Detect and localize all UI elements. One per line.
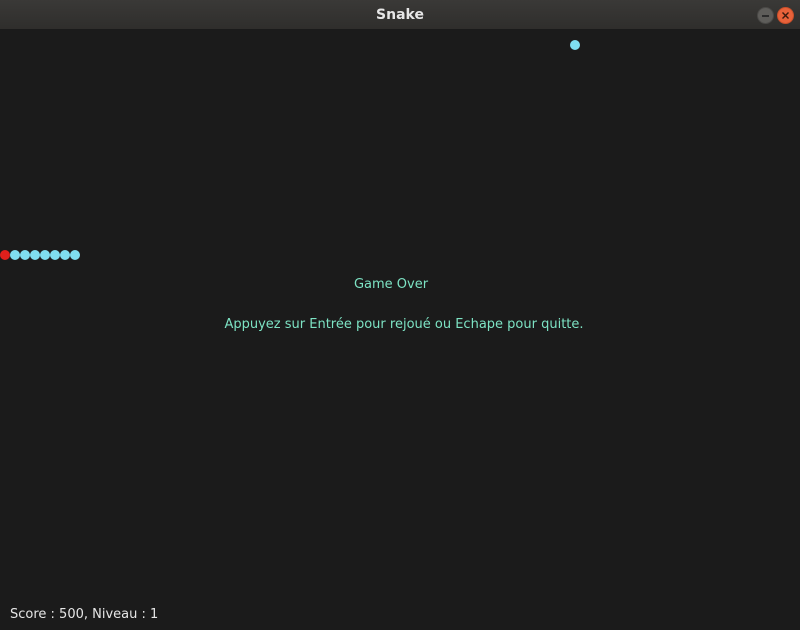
minimize-button[interactable] <box>757 7 774 24</box>
snake-segment <box>60 250 70 260</box>
snake-head <box>0 250 10 260</box>
window-title: Snake <box>376 7 424 23</box>
snake-segment <box>50 250 60 260</box>
snake-segment <box>30 250 40 260</box>
game-over-message: Game Over <box>353 277 429 292</box>
close-button[interactable] <box>777 7 794 24</box>
score-level-status: Score : 500, Niveau : 1 <box>10 607 159 622</box>
snake-segment <box>20 250 30 260</box>
food-pellet <box>570 40 580 50</box>
game-board: Game Over Appuyez sur Entrée pour rejoué… <box>0 30 800 630</box>
minimize-icon <box>762 15 769 17</box>
snake-segment <box>70 250 80 260</box>
restart-instructions: Appuyez sur Entrée pour rejoué ou Echape… <box>224 317 584 332</box>
snake-segment <box>40 250 50 260</box>
snake-segment <box>10 250 20 260</box>
app-window: Snake Game Over Appuyez sur Entrée pour … <box>0 0 800 630</box>
close-icon <box>782 12 789 19</box>
title-bar[interactable]: Snake <box>0 0 800 30</box>
